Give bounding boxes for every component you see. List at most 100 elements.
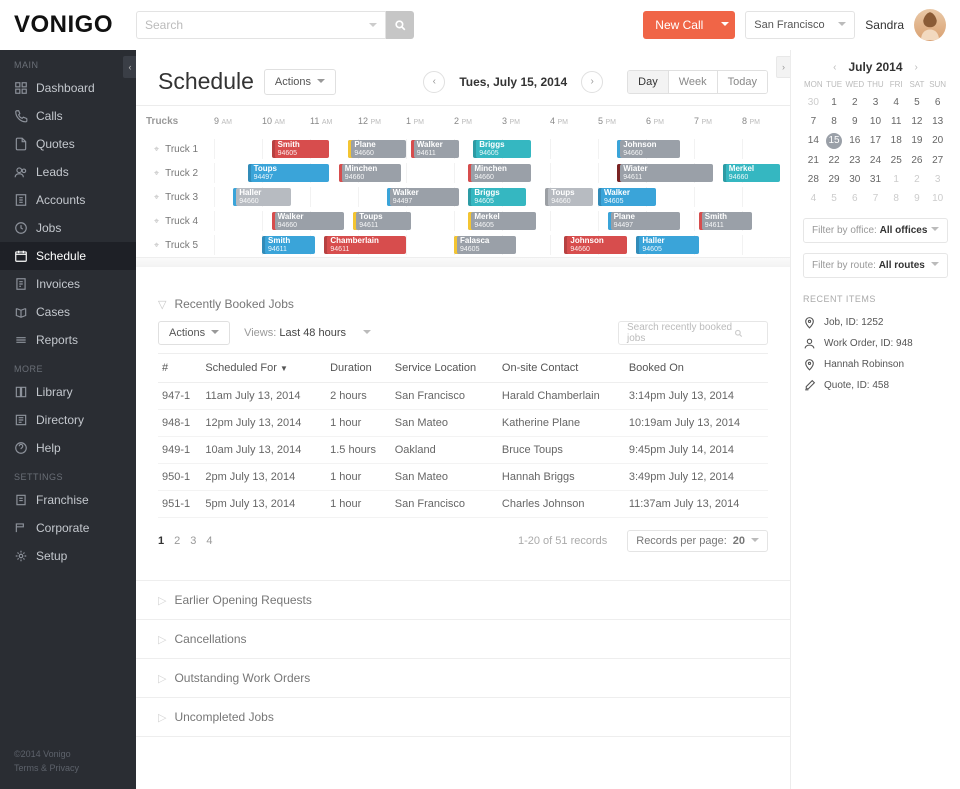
accordion-earlier-opening-requests[interactable]: ▷Earlier Opening Requests	[136, 580, 790, 619]
cal-day-16[interactable]: 16	[844, 131, 865, 151]
cal-day-20[interactable]: 20	[927, 131, 948, 151]
gantt-job[interactable]: Toups94660	[545, 188, 593, 206]
gantt-job[interactable]: Minchen94660	[339, 164, 401, 182]
cal-day-2[interactable]: 2	[844, 93, 865, 112]
new-call-button[interactable]: New Call	[643, 11, 715, 39]
gantt-job[interactable]: Walker94660	[272, 212, 344, 230]
cal-day-5[interactable]: 5	[907, 93, 928, 112]
gantt-job[interactable]: Plane94660	[348, 140, 406, 158]
sidebar-item-directory[interactable]: Directory	[0, 406, 136, 434]
gantt-job[interactable]: Walker94497	[387, 188, 459, 206]
sidebar-item-accounts[interactable]: Accounts	[0, 186, 136, 214]
city-select[interactable]: San Francisco	[745, 11, 855, 39]
cal-prev[interactable]: ‹	[833, 62, 836, 73]
cal-day-7[interactable]: 7	[865, 189, 886, 208]
cal-day-22[interactable]: 22	[824, 151, 845, 170]
cal-day-8[interactable]: 8	[886, 189, 907, 208]
schedule-actions[interactable]: Actions	[264, 69, 336, 95]
cal-day-27[interactable]: 27	[927, 151, 948, 170]
cal-day-17[interactable]: 17	[865, 131, 886, 151]
cal-day-5[interactable]: 5	[824, 189, 845, 208]
col-0[interactable]: #	[158, 354, 201, 383]
table-row[interactable]: 949-110am July 13, 20141.5 hoursOaklandB…	[158, 437, 768, 464]
accordion-uncompleted-jobs[interactable]: ▷Uncompleted Jobs	[136, 697, 790, 737]
gantt-job[interactable]: Chamberlain94611	[324, 236, 406, 254]
cal-day-14[interactable]: 14	[803, 131, 824, 151]
cal-day-18[interactable]: 18	[886, 131, 907, 151]
right-panel-collapse[interactable]: ›	[776, 56, 790, 78]
view-tab-today[interactable]: Today	[718, 71, 767, 93]
cal-day-9[interactable]: 9	[844, 112, 865, 131]
cal-day-3[interactable]: 3	[865, 93, 886, 112]
next-day[interactable]: ›	[581, 71, 603, 93]
recent-item[interactable]: Job, ID: 1252	[803, 312, 948, 333]
cal-day-30[interactable]: 30	[844, 170, 865, 189]
recent-jobs-search[interactable]: Search recently booked jobs	[618, 321, 768, 345]
table-row[interactable]: 948-112pm July 13, 20141 hourSan MateoKa…	[158, 410, 768, 437]
gantt-job[interactable]: Smith94611	[699, 212, 752, 230]
cal-day-29[interactable]: 29	[824, 170, 845, 189]
prev-day[interactable]: ‹	[423, 71, 445, 93]
sidebar-item-corporate[interactable]: Corporate	[0, 514, 136, 542]
col-1[interactable]: Scheduled For ▼	[201, 354, 326, 383]
records-per-page[interactable]: Records per page: 20	[627, 530, 768, 552]
sidebar-item-calls[interactable]: Calls	[0, 102, 136, 130]
col-3[interactable]: Service Location	[391, 354, 498, 383]
gantt-job[interactable]: Toups94497	[248, 164, 330, 182]
accordion-outstanding-work-orders[interactable]: ▷Outstanding Work Orders	[136, 658, 790, 697]
gantt-job[interactable]: Smith94605	[272, 140, 330, 158]
cal-day-31[interactable]: 31	[865, 170, 886, 189]
new-call-dropdown[interactable]	[715, 11, 735, 39]
accordion-cancellations[interactable]: ▷Cancellations	[136, 619, 790, 658]
cal-day-4[interactable]: 4	[803, 189, 824, 208]
cal-day-30[interactable]: 30	[803, 93, 824, 112]
cal-day-1[interactable]: 1	[886, 170, 907, 189]
sidebar-item-help[interactable]: Help	[0, 434, 136, 462]
gantt-job[interactable]: Merkel94605	[468, 212, 535, 230]
cal-day-4[interactable]: 4	[886, 93, 907, 112]
cal-next[interactable]: ›	[915, 62, 918, 73]
recent-jobs-toggle[interactable]: ▽Recently Booked Jobs	[158, 297, 768, 311]
cal-day-12[interactable]: 12	[907, 112, 928, 131]
gantt-job[interactable]: Wiater94611	[617, 164, 713, 182]
gantt-job[interactable]: Haller94660	[233, 188, 291, 206]
table-row[interactable]: 950-12pm July 13, 20141 hourSan MateoHan…	[158, 464, 768, 491]
gantt-job[interactable]: Plane94497	[608, 212, 680, 230]
cal-day-28[interactable]: 28	[803, 170, 824, 189]
gantt-job[interactable]: Johnson94660	[617, 140, 679, 158]
sidebar-item-reports[interactable]: Reports	[0, 326, 136, 354]
sidebar-item-leads[interactable]: Leads	[0, 158, 136, 186]
sidebar-item-schedule[interactable]: Schedule	[0, 242, 136, 270]
avatar[interactable]	[914, 9, 946, 41]
sidebar-collapse[interactable]: ‹	[123, 56, 137, 78]
view-tab-day[interactable]: Day	[628, 71, 669, 93]
recent-jobs-views[interactable]: Views: Last 48 hours	[244, 327, 371, 339]
sidebar-item-setup[interactable]: Setup	[0, 542, 136, 570]
gantt-job[interactable]: Haller94605	[636, 236, 698, 254]
cal-day-25[interactable]: 25	[886, 151, 907, 170]
recent-jobs-actions[interactable]: Actions	[158, 321, 230, 345]
gantt-job[interactable]: Toups94611	[353, 212, 411, 230]
recent-item[interactable]: Quote, ID: 458	[803, 375, 948, 396]
sidebar-item-library[interactable]: Library	[0, 378, 136, 406]
cal-day-2[interactable]: 2	[907, 170, 928, 189]
search-input[interactable]: Search	[136, 11, 386, 39]
gantt-job[interactable]: Walker94611	[411, 140, 459, 158]
cal-day-10[interactable]: 10	[865, 112, 886, 131]
table-row[interactable]: 947-111am July 13, 20142 hoursSan Franci…	[158, 383, 768, 410]
sidebar-item-dashboard[interactable]: Dashboard	[0, 74, 136, 102]
gantt-job[interactable]: Smith94611	[262, 236, 315, 254]
gantt-job[interactable]: Walker94605	[598, 188, 656, 206]
cal-day-15[interactable]: 15	[826, 133, 842, 149]
gantt-job[interactable]: Briggs94605	[473, 140, 531, 158]
cal-day-6[interactable]: 6	[844, 189, 865, 208]
cal-day-26[interactable]: 26	[907, 151, 928, 170]
sidebar-item-quotes[interactable]: Quotes	[0, 130, 136, 158]
page-4[interactable]: 4	[206, 535, 212, 547]
cal-day-3[interactable]: 3	[927, 170, 948, 189]
cal-day-19[interactable]: 19	[907, 131, 928, 151]
filter-office[interactable]: Filter by office: All offices	[803, 218, 948, 243]
col-4[interactable]: On-site Contact	[498, 354, 625, 383]
cal-day-9[interactable]: 9	[907, 189, 928, 208]
cal-day-1[interactable]: 1	[824, 93, 845, 112]
